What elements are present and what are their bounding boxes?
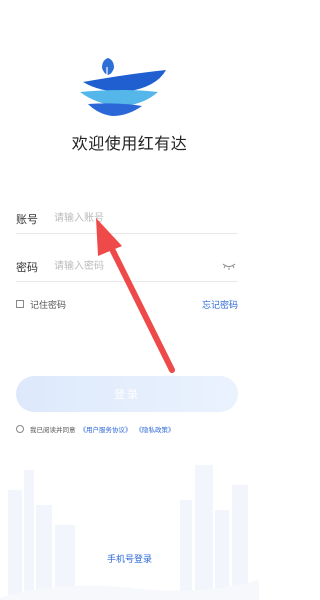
remember-password-label: 记住密码 [30,300,67,311]
checkbox-icon[interactable] [16,300,24,308]
eye-closed-icon[interactable] [222,261,236,271]
password-input[interactable] [54,256,204,276]
account-row: 账号 [16,204,238,234]
account-input[interactable] [54,208,204,228]
remember-password-toggle[interactable]: 记住密码 [16,297,66,311]
password-row: 密码 [16,252,238,282]
agreement-row: 我已阅读并同意 《用户服务协议》 《隐私政策》 [16,423,175,435]
password-divider [16,281,238,282]
login-button[interactable]: 登录 [16,376,238,412]
user-agreement-link[interactable]: 《用户服务协议》 [80,424,132,434]
privacy-policy-link[interactable]: 《隐私政策》 [136,424,175,434]
phone-login-link[interactable]: 手机号登录 [107,555,152,565]
logo-icon [80,58,166,116]
radio-icon[interactable] [16,425,24,433]
agreement-prefix: 我已阅读并同意 [30,426,76,434]
city-skyline-background [0,465,259,600]
account-label: 账号 [16,213,38,226]
forgot-password-link[interactable]: 忘记密码 [202,298,238,311]
password-label: 密码 [16,261,38,274]
phone-login-container: 手机号登录 [0,552,259,565]
account-divider [16,233,238,234]
page-title: 欢迎使用红有达 [71,134,188,153]
